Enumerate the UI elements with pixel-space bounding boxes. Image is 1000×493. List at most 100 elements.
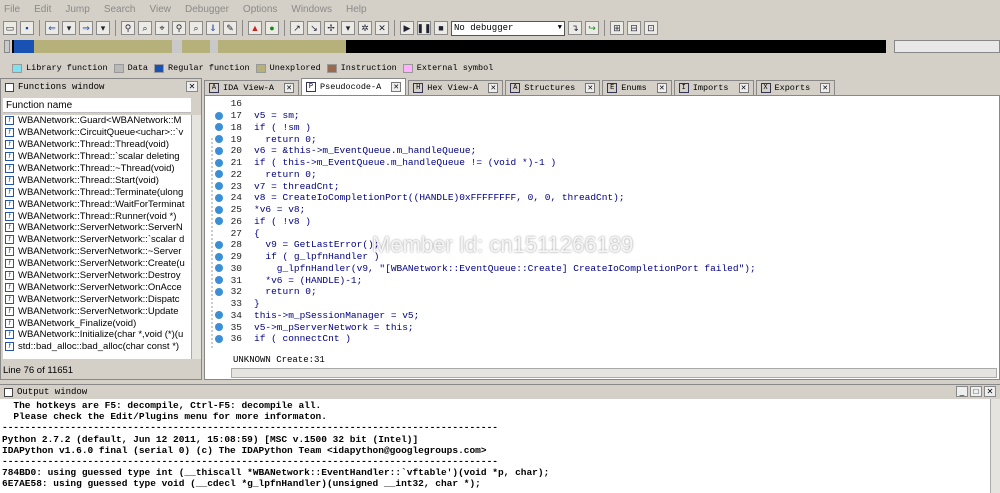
close-tab-icon[interactable]: ✕ <box>391 82 402 92</box>
function-list-item[interactable]: f WBANetwork::Guard<WBANetwork::M <box>3 115 191 127</box>
breakpoint-dot-icon[interactable] <box>215 217 223 226</box>
code-line[interactable]: 29 if ( g_lpfnHandler ) <box>215 251 995 263</box>
code-line[interactable]: 20 v6 = &this->m_EventQueue.m_handleQueue… <box>215 145 995 157</box>
tab-hex-view-a[interactable]: H Hex View-A ✕ <box>408 80 504 95</box>
jump-down-icon[interactable]: ⇓ <box>206 21 220 35</box>
function-list-item[interactable]: f std::bad_alloc::bad_alloc(char const *) <box>3 341 191 353</box>
pseudocode-view[interactable]: 16 17 v5 = sm; 18 if ( !sm ) 19 return 0; 20 v6… <box>204 95 1000 380</box>
output-scrollbar[interactable] <box>990 399 1000 493</box>
close-tab-icon[interactable]: ✕ <box>488 83 499 93</box>
menu-debugger[interactable]: Debugger <box>185 4 229 15</box>
forward-dropdown-icon[interactable]: ▾ <box>96 21 110 35</box>
trace-settings-icon[interactable]: ⊟ <box>627 21 641 35</box>
tab-structures[interactable]: A Structures ✕ <box>505 80 601 95</box>
nav-band-left-handle[interactable] <box>4 40 10 53</box>
function-list-item[interactable]: f WBANetwork::Thread::Thread(void) <box>3 139 191 151</box>
close-tab-icon[interactable]: ✕ <box>585 83 596 93</box>
binoculars-icon[interactable]: ⚲ <box>121 21 135 35</box>
function-list-item[interactable]: f WBANetwork::ServerNetwork::~Server <box>3 246 191 258</box>
navigation-band[interactable] <box>12 40 886 53</box>
breakpoint-dot-icon[interactable] <box>215 170 223 179</box>
breakpoint-icon[interactable]: ✲ <box>358 21 372 35</box>
function-name-column-header[interactable]: Function name <box>3 98 191 113</box>
step-into-icon[interactable]: ↴ <box>568 21 582 35</box>
back-icon[interactable]: ⇐ <box>45 21 59 35</box>
breakpoint-dot-icon[interactable] <box>215 287 223 296</box>
breakpoint-dot-icon[interactable] <box>215 240 223 249</box>
code-line[interactable]: 36 if ( connectCnt ) <box>215 333 995 345</box>
debugger-select[interactable]: No debugger ▼ <box>451 20 565 36</box>
close-tab-icon[interactable]: ✕ <box>284 83 295 93</box>
tab-enums[interactable]: E Enums ✕ <box>602 80 672 95</box>
breakpoint-dot-icon[interactable] <box>215 264 223 273</box>
nav-band-scroll-handle[interactable] <box>894 40 1000 53</box>
function-list-item[interactable]: f WBANetwork::Thread::Terminate(ulong <box>3 186 191 198</box>
function-list-item[interactable]: f WBANetwork::ServerNetwork::Destroy <box>3 270 191 282</box>
stop-icon[interactable]: ■ <box>434 21 448 35</box>
menu-edit[interactable]: Edit <box>34 4 51 15</box>
search-immediate-icon[interactable]: ⌕ <box>189 21 203 35</box>
code-line[interactable]: 16 <box>215 98 995 110</box>
graph-icon[interactable]: ▲ <box>248 21 262 35</box>
function-list-item[interactable]: f WBANetwork::Thread::Start(void) <box>3 174 191 186</box>
function-list-item[interactable]: f WBANetwork::ServerNetwork::Update <box>3 305 191 317</box>
close-tab-icon[interactable]: ✕ <box>656 83 667 93</box>
watch-icon[interactable]: ⊡ <box>644 21 658 35</box>
xref-to-icon[interactable]: ↘ <box>307 21 321 35</box>
cross-ref-icon[interactable]: ↗ <box>290 21 304 35</box>
breakpoint-dot-icon[interactable] <box>215 334 223 343</box>
close-tab-icon[interactable]: ✕ <box>738 83 749 93</box>
code-line[interactable]: 31 *v6 = (HANDLE)-1; <box>215 274 995 286</box>
menu-help[interactable]: Help <box>346 4 367 15</box>
close-cross-icon[interactable]: ✕ <box>375 21 389 35</box>
code-line[interactable]: 23 v7 = threadCnt; <box>215 180 995 192</box>
menu-file[interactable]: File <box>4 4 20 15</box>
function-list-item[interactable]: f WBANetwork::Thread::Runner(void *) <box>3 210 191 222</box>
breakpoint-dot-icon[interactable] <box>215 193 223 202</box>
function-list-item[interactable]: f WBANetwork::CircuitQueue<uchar>::`v <box>3 127 191 139</box>
breakpoint-dot-icon[interactable] <box>215 158 223 167</box>
tab-exports[interactable]: X Exports ✕ <box>755 80 836 95</box>
breakpoint-dot-icon[interactable] <box>215 135 223 144</box>
tab-pseudocode-a[interactable]: P Pseudocode-A ✕ <box>301 78 407 95</box>
pause-icon[interactable]: ❚❚ <box>416 21 432 35</box>
code-horizontal-scrollbar[interactable] <box>231 368 997 378</box>
breakpoint-dot-icon[interactable] <box>215 146 223 155</box>
code-line[interactable]: 24 v8 = CreateIoCompletionPort((HANDLE)0x… <box>215 192 995 204</box>
function-list-item[interactable]: f WBANetwork::Thread::WaitForTerminat <box>3 198 191 210</box>
code-line[interactable]: 32 return 0; <box>215 286 995 298</box>
breakpoint-dot-icon[interactable] <box>215 111 223 120</box>
step-over-icon[interactable]: ↪ <box>585 21 599 35</box>
code-line[interactable]: 26 if ( !v8 ) <box>215 216 995 228</box>
function-list-item[interactable]: f WBANetwork::ServerNetwork::`scalar d <box>3 234 191 246</box>
close-icon[interactable]: ✕ <box>984 386 996 397</box>
code-line[interactable]: 33} <box>215 298 995 310</box>
menu-options[interactable]: Options <box>243 4 277 15</box>
breakpoint-dot-icon[interactable] <box>215 182 223 191</box>
tracing-icon[interactable]: ⊞ <box>610 21 624 35</box>
function-list-item[interactable]: f WBANetwork::ServerNetwork::ServerN <box>3 222 191 234</box>
function-list-item[interactable]: f WBANetwork::ServerNetwork::Create(u <box>3 258 191 270</box>
breakpoint-dot-icon[interactable] <box>215 123 223 132</box>
menu-windows[interactable]: Windows <box>291 4 332 15</box>
function-list-item[interactable]: f WBANetwork::ServerNetwork::OnAcce <box>3 281 191 293</box>
menu-search[interactable]: Search <box>104 4 136 15</box>
minimize-icon[interactable]: _ <box>956 386 968 397</box>
functions-scrollbar[interactable] <box>191 115 201 359</box>
breakpoint-dot-icon[interactable] <box>215 311 223 320</box>
breakpoint-dot-icon[interactable] <box>215 205 223 214</box>
run-circle-icon[interactable]: ● <box>265 21 279 35</box>
code-line[interactable]: 22 return 0; <box>215 169 995 181</box>
close-tab-icon[interactable]: ✕ <box>820 83 831 93</box>
search-binary-icon[interactable]: ⌖ <box>155 21 169 35</box>
search-text-icon[interactable]: ⌕ <box>138 21 152 35</box>
code-line[interactable]: 34 this->m_pSessionManager = v5; <box>215 310 995 322</box>
code-line[interactable]: 30 g_lpfnHandler(v9, "[WBANetwork::Event… <box>215 263 995 275</box>
function-list-item[interactable]: f WBANetwork::Thread::~Thread(void) <box>3 163 191 175</box>
function-list-item[interactable]: f WBANetwork_Finalize(void) <box>3 317 191 329</box>
code-line[interactable]: 18 if ( !sm ) <box>215 122 995 134</box>
maximize-icon[interactable]: □ <box>970 386 982 397</box>
close-icon[interactable]: ✕ <box>186 81 198 92</box>
plugin-dropdown-icon[interactable]: ▾ <box>341 21 355 35</box>
back-dropdown-icon[interactable]: ▾ <box>62 21 76 35</box>
